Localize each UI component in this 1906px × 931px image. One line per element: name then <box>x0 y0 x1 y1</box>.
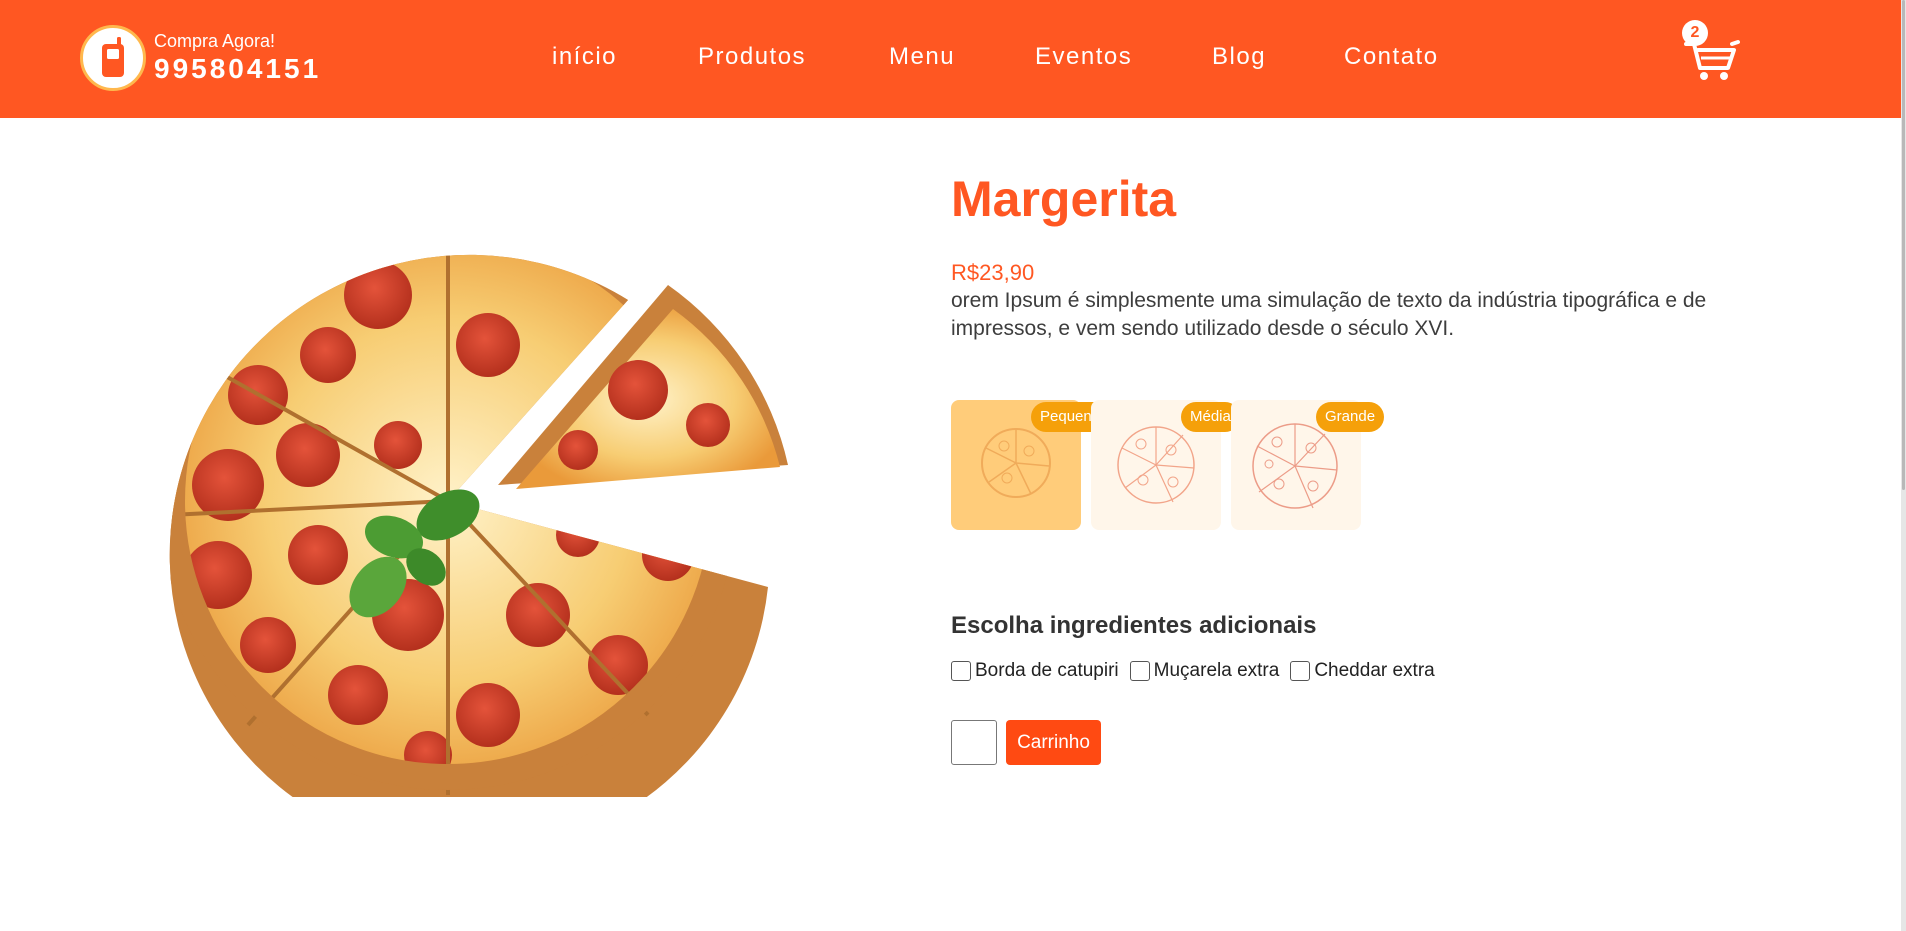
extra-option-mucarela-extra[interactable]: Muçarela extra <box>1129 660 1280 682</box>
nav-item-eventos[interactable]: Eventos <box>1035 43 1132 71</box>
product-description: orem Ipsum é simplesmente uma simulação … <box>951 289 1707 340</box>
phone-icon-badge[interactable] <box>80 25 146 91</box>
extra-label: Cheddar extra <box>1314 660 1435 681</box>
nav-item-blog[interactable]: Blog <box>1212 43 1266 71</box>
quantity-input[interactable] <box>951 720 997 765</box>
phone-label: Compra Agora! <box>154 31 276 51</box>
size-option-pequena[interactable]: Pequena <box>951 400 1110 530</box>
product-title: Margerita <box>951 171 1177 227</box>
size-option-media[interactable]: Média <box>1091 400 1240 530</box>
nav-item-inicio[interactable]: início <box>552 43 617 71</box>
extras-options: Borda de catupiri Muçarela extra Cheddar… <box>951 660 1446 682</box>
scrollbar-thumb[interactable] <box>1902 0 1905 490</box>
product-price: R$23,90 <box>951 260 1035 285</box>
pizza-outline-icon <box>981 428 1051 498</box>
mobile-phone-icon <box>102 37 124 77</box>
page-scrollbar[interactable] <box>1901 0 1906 931</box>
checkbox[interactable] <box>1129 661 1150 681</box>
site-header: Compra Agora! 995804151 início Produtos … <box>0 0 1901 118</box>
phone-contact: Compra Agora! 995804151 <box>154 30 321 86</box>
pizza-outline-icon <box>1117 426 1195 504</box>
nav-item-produtos[interactable]: Produtos <box>698 43 806 71</box>
nav-item-contato[interactable]: Contato <box>1344 43 1439 71</box>
size-label: Grande <box>1316 402 1385 432</box>
phone-number[interactable]: 995804151 <box>154 52 321 86</box>
cart-button[interactable]: 2 <box>1680 20 1740 82</box>
extra-label: Muçarela extra <box>1153 660 1280 681</box>
nav-item-menu[interactable]: Menu <box>889 43 955 71</box>
extra-label: Borda de catupiri <box>975 660 1119 681</box>
extras-title: Escolha ingredientes adicionais <box>951 612 1317 639</box>
extra-option-cheddar-extra[interactable]: Cheddar extra <box>1290 660 1435 682</box>
checkbox[interactable] <box>1290 661 1311 681</box>
extra-option-borda-catupiri[interactable]: Borda de catupiri <box>951 660 1119 682</box>
cart-count-badge: 2 <box>1682 20 1708 46</box>
pizza-product-image <box>169 254 788 797</box>
page: Compra Agora! 995804151 início Produtos … <box>0 0 1906 931</box>
add-to-cart-button[interactable]: Carrinho <box>1006 720 1101 765</box>
checkbox[interactable] <box>951 661 971 681</box>
size-option-grande[interactable]: Grande <box>1231 400 1385 530</box>
